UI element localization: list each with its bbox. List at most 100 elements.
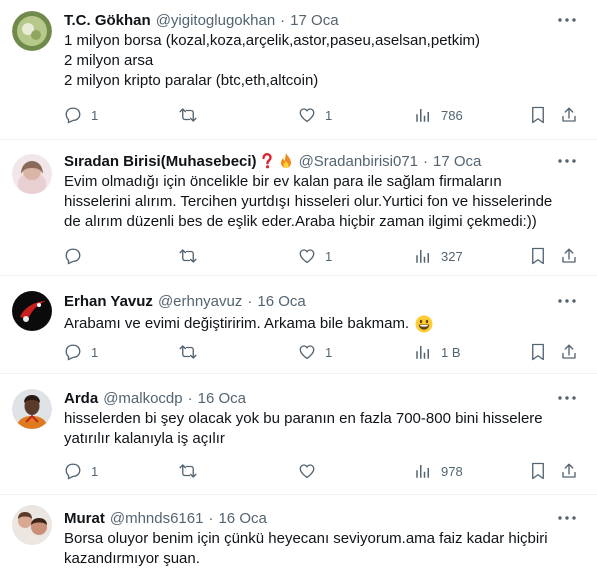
view-count: 1 B [441,344,461,360]
views-button[interactable]: 1 B [414,343,461,361]
like-count: 1 [325,344,333,360]
user-handle[interactable]: @malkocdp [103,390,182,407]
tweet-header: Murat @mhnds6161 · 16 Oca [64,507,581,529]
bookmark-button[interactable] [530,106,546,124]
tweet-text-line: 1 milyon borsa (kozal,koza,arçelik,astor… [64,32,481,49]
like-count: 1 [325,107,333,123]
heart-icon [299,464,315,479]
user-handle[interactable]: @yigitoglugokhan [156,12,275,29]
share-icon [562,463,576,478]
reply-icon [65,344,81,361]
bookmark-button[interactable] [530,247,546,265]
more-options-icon[interactable] [557,507,577,529]
tweet-text: 1 milyon borsa (kozal,koza,arçelik,astor… [64,31,581,91]
bookmark-icon [532,247,544,265]
bookmark-icon [532,462,544,480]
tweet-date[interactable]: 16 Oca [218,510,266,527]
tweet-header: T.C. Gökhan @yigitoglugokhan · 17 Oca [64,9,581,31]
display-name[interactable]: Arda [64,390,98,407]
like-button[interactable]: 1 [298,247,332,265]
view-count: 786 [441,107,463,123]
share-button[interactable] [560,106,578,124]
bookmark-button[interactable] [530,462,546,480]
display-name[interactable]: Sıradan Birisi(Muhasebeci) [64,153,257,170]
more-options-icon[interactable] [557,9,577,31]
tweet-text-line: hisselerden bi şey olacak yok bu paranın… [64,410,543,427]
separator-dot: · [208,509,214,527]
reply-icon [65,463,81,480]
reply-button[interactable] [64,247,91,265]
reply-count: 1 [91,344,99,360]
tweet-header: Arda @malkocdp · 16 Oca [64,387,581,409]
more-options-icon[interactable] [557,387,577,409]
heart-icon [299,249,315,264]
tweet-header: Erhan Yavuz @erhnyavuz · 16 Oca [64,290,581,312]
tweet-text-line: Arabamı ve evimi değiştiririm. Arkama bi… [64,314,581,334]
tweet-text-line: Evim olmadığı için öncelikle bir ev kala… [64,173,502,190]
display-name[interactable]: Erhan Yavuz [64,293,153,310]
user-handle[interactable]: @mhnds6161 [110,510,204,527]
tweet-actions: 1 978 [64,461,581,481]
tweet-actions: 1 327 [64,246,581,266]
retweet-button[interactable] [178,106,207,124]
user-handle[interactable]: @Sradanbirisi071 [299,153,418,170]
like-button[interactable] [298,462,325,480]
tweet-actions: 1 1 786 [64,105,581,125]
retweet-icon [179,108,197,122]
retweet-icon [179,345,197,359]
reply-button[interactable]: 1 [64,343,98,361]
tweet[interactable]: T.C. Gökhan @yigitoglugokhan · 17 Oca 1 … [0,0,597,140]
tweet-date[interactable]: 17 Oca [290,12,338,29]
view-count: 978 [441,463,463,479]
reply-button[interactable]: 1 [64,462,98,480]
retweet-button[interactable] [178,343,207,361]
reply-count: 1 [91,107,99,123]
avatar[interactable] [12,505,52,545]
views-button[interactable]: 978 [414,462,463,480]
tweet[interactable]: Murat @mhnds6161 · 16 Oca Borsa oluyor b… [0,495,597,583]
like-button[interactable]: 1 [298,343,332,361]
avatar[interactable] [12,154,52,194]
tweet[interactable]: Erhan Yavuz @erhnyavuz · 16 Oca Arabamı … [0,276,597,374]
red-question-mark-icon [261,153,273,169]
tweet-text-line: de alırım düzenli bes de eşlik eder.Arab… [64,213,537,230]
user-handle[interactable]: @erhnyavuz [158,293,242,310]
reply-button[interactable]: 1 [64,106,98,124]
avatar[interactable] [12,11,52,51]
like-button[interactable]: 1 [298,106,332,124]
heart-icon [299,345,315,360]
display-name[interactable]: T.C. Gökhan [64,12,151,29]
tweet-text: Arabamı ve evimi değiştiririm. Arkama bi… [64,314,581,334]
tweet[interactable]: Arda @malkocdp · 16 Oca hisselerden bi ş… [0,374,597,495]
more-options-icon[interactable] [557,150,577,172]
share-button[interactable] [560,247,578,265]
more-options-icon[interactable] [557,290,577,312]
retweet-button[interactable] [178,247,207,265]
tweet-date[interactable]: 17 Oca [433,153,481,170]
separator-dot: · [247,292,253,310]
retweet-icon [179,249,197,263]
analytics-icon [416,465,429,478]
views-button[interactable]: 327 [414,247,463,265]
avatar[interactable] [12,291,52,331]
separator-dot: · [280,11,286,29]
reply-count: 1 [91,463,99,479]
display-name[interactable]: Murat [64,510,105,527]
tweet[interactable]: Sıradan Birisi(Muhasebeci) @Sradanbirisi… [0,140,597,276]
tweet-date[interactable]: 16 Oca [257,293,305,310]
share-icon [562,107,576,122]
tweet-text-content: Arabamı ve evimi değiştiririm. Arkama bi… [64,315,410,332]
avatar[interactable] [12,389,52,429]
retweet-button[interactable] [178,462,207,480]
tweet-text-line: Borsa oluyor benim için çünkü heyecanı s… [64,530,548,547]
share-icon [562,344,576,359]
views-button[interactable]: 786 [414,106,463,124]
bookmark-button[interactable] [530,343,546,361]
share-button[interactable] [560,343,578,361]
reply-icon [65,248,81,265]
heart-icon [299,108,315,123]
analytics-icon [416,346,429,359]
tweet-text: hisselerden bi şey olacak yok bu paranın… [64,409,581,449]
share-button[interactable] [560,462,578,480]
tweet-date[interactable]: 16 Oca [198,390,246,407]
